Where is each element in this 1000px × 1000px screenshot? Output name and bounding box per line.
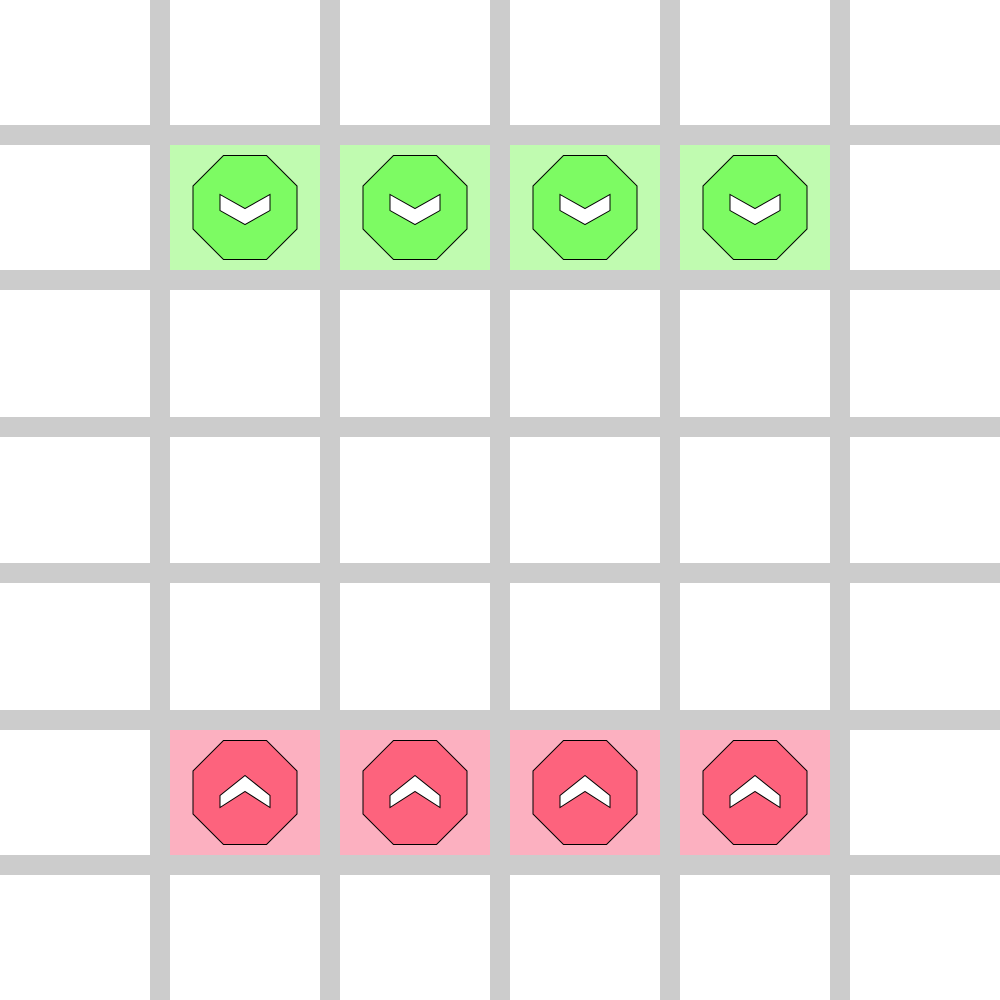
- green-piece-down[interactable]: [192, 155, 298, 260]
- grid-line-horizontal: [0, 417, 1000, 437]
- grid-lines: [0, 0, 1000, 1000]
- grid-line-horizontal: [0, 125, 1000, 145]
- octagon-piece-body: [192, 740, 298, 845]
- grid-line-vertical: [490, 0, 510, 1000]
- octagon-piece-body: [362, 155, 468, 260]
- green-piece-down[interactable]: [532, 155, 638, 260]
- red-piece-up[interactable]: [362, 740, 468, 845]
- grid-line-horizontal: [0, 710, 1000, 730]
- grid-line-vertical: [660, 0, 680, 1000]
- green-piece-down[interactable]: [702, 155, 808, 260]
- grid-line-horizontal: [0, 855, 1000, 875]
- grid-line-horizontal: [0, 270, 1000, 290]
- octagon-piece-body: [532, 155, 638, 260]
- red-piece-up[interactable]: [192, 740, 298, 845]
- octagon-piece-body: [532, 740, 638, 845]
- game-board: [0, 0, 1000, 1000]
- red-piece-up[interactable]: [702, 740, 808, 845]
- green-piece-down[interactable]: [362, 155, 468, 260]
- grid-line-horizontal: [0, 563, 1000, 583]
- red-piece-up[interactable]: [532, 740, 638, 845]
- octagon-piece-body: [362, 740, 468, 845]
- grid-line-vertical: [320, 0, 340, 1000]
- octagon-piece-body: [192, 155, 298, 260]
- grid-line-vertical: [150, 0, 170, 1000]
- grid-line-vertical: [830, 0, 850, 1000]
- octagon-piece-body: [702, 740, 808, 845]
- octagon-piece-body: [702, 155, 808, 260]
